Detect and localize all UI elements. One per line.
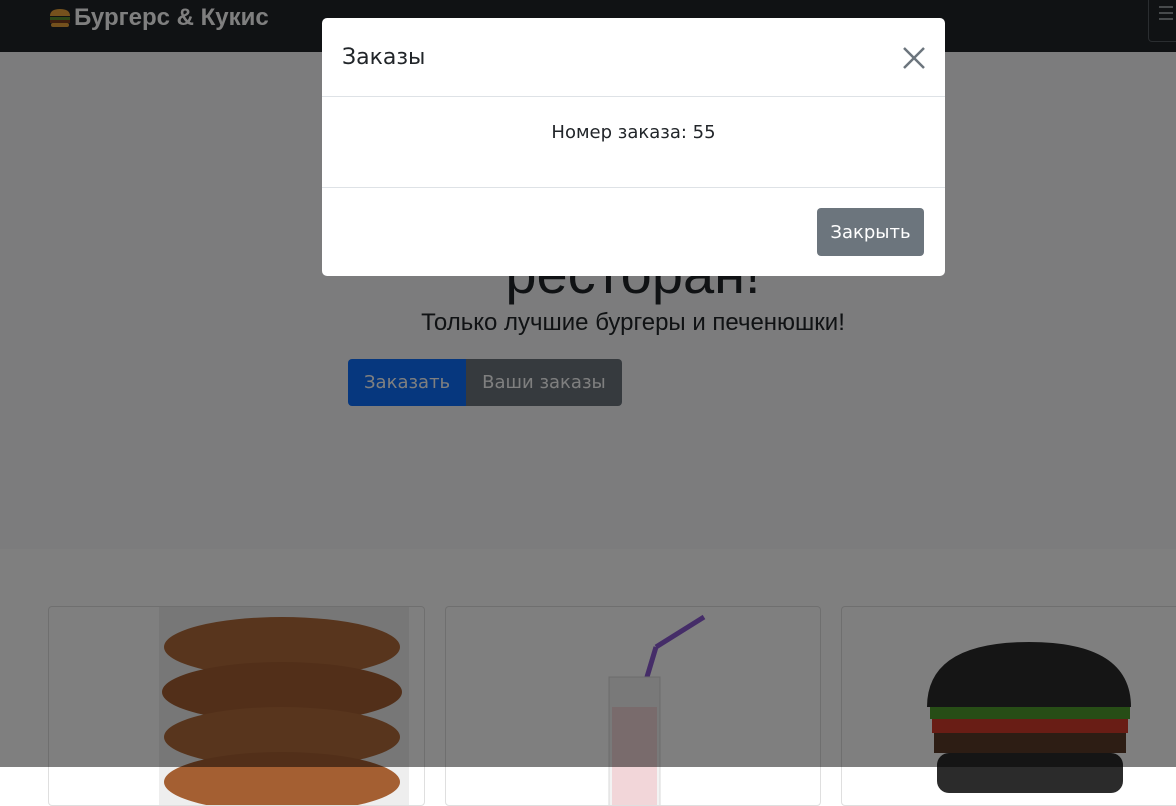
modal-header: Заказы bbox=[322, 18, 945, 97]
close-icon bbox=[903, 47, 925, 69]
modal-body: Номер заказа: 55 bbox=[322, 97, 945, 188]
close-modal-button[interactable]: Закрыть bbox=[817, 208, 924, 256]
order-number-text: Номер заказа: 55 bbox=[551, 122, 716, 143]
orders-modal: Заказы Номер заказа: 55 Закрыть bbox=[322, 18, 945, 276]
modal-close-button[interactable] bbox=[900, 44, 928, 72]
modal-footer: Закрыть bbox=[322, 188, 945, 276]
modal-title: Заказы bbox=[342, 45, 426, 70]
